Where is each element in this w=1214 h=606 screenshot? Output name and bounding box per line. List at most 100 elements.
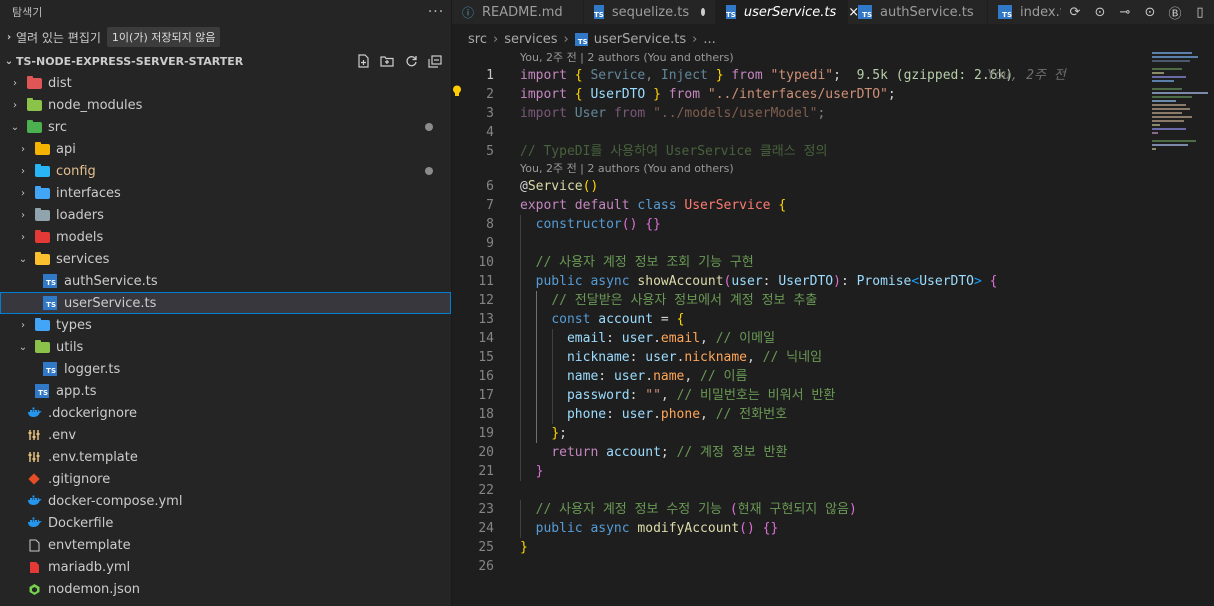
tree-folder-models[interactable]: › models	[0, 226, 451, 248]
tree-item-label: models	[56, 229, 104, 245]
tree-file-app-ts[interactable]: TS app.ts	[0, 380, 451, 402]
chevron-down-icon: ⌄	[4, 55, 14, 67]
chevron-right-icon: ›	[13, 99, 17, 111]
timeline-icon[interactable]: ⟳	[1067, 5, 1083, 20]
tree-item-label: api	[56, 141, 76, 157]
code-line: 11 public async showAccount(user: UserDT…	[478, 272, 998, 291]
tree-item-label: .dockerignore	[48, 405, 138, 421]
docker-icon	[26, 516, 42, 530]
tree-item-label: app.ts	[56, 383, 97, 399]
tab-userservice[interactable]: TS userService.ts ×	[716, 0, 859, 24]
folder-icon	[34, 163, 50, 178]
tree-folder-api[interactable]: › api	[0, 138, 451, 160]
editor-tab-bar: ⓘ README.md TS sequelize.ts TS userServi…	[452, 0, 1214, 24]
nodemon-icon	[26, 582, 42, 596]
docker-icon	[26, 494, 42, 508]
go-back-icon[interactable]: ⊙	[1092, 5, 1108, 20]
code-line: 24 public async modifyAccount() {}	[478, 519, 779, 538]
tree-file-env-template[interactable]: .env.template	[0, 446, 451, 468]
tree-file-docker-compose-yml[interactable]: docker-compose.yml	[0, 490, 451, 512]
open-changes-icon[interactable]: Ⓑ	[1167, 3, 1183, 22]
codelens-authors[interactable]: You, 2주 전 | 2 authors (You and others)	[452, 161, 1144, 177]
chevron-right-icon: ›	[21, 209, 25, 221]
unsaved-badge: 1이(가) 저장되지 않음	[106, 27, 221, 47]
code-line: 20 return account; // 계정 정보 반환	[478, 443, 788, 462]
tree-file-mariadb-yml[interactable]: mariadb.yml	[0, 556, 451, 578]
docker-icon	[26, 406, 42, 420]
minimap[interactable]	[1144, 50, 1214, 606]
collapse-all-icon[interactable]	[427, 53, 443, 69]
chevron-right-icon: ›	[21, 187, 25, 199]
tree-folder-interfaces[interactable]: › interfaces	[0, 182, 451, 204]
tree-item-label: utils	[56, 339, 84, 355]
breadcrumb-more[interactable]: ...	[703, 32, 715, 47]
tree-folder-utils[interactable]: ⌄ utils	[0, 336, 451, 358]
go-forward-icon[interactable]: ⊙	[1142, 5, 1158, 20]
typescript-icon: TS	[34, 384, 50, 398]
tree-file-nodemon-json[interactable]: nodemon.json	[0, 578, 451, 600]
tree-item-label: services	[56, 251, 110, 267]
typescript-icon: TS	[998, 5, 1012, 19]
breadcrumb: src › services › TS userService.ts › ...	[452, 28, 1214, 50]
commit-icon[interactable]: ⊸	[1117, 5, 1133, 20]
settings-sliders-icon	[26, 428, 42, 442]
tree-file-envtemplate[interactable]: envtemplate	[0, 534, 451, 556]
code-editor[interactable]: You, 2주 전 | 2 authors (You and others) 1…	[452, 50, 1144, 606]
split-editor-icon[interactable]: ▯	[1192, 5, 1208, 20]
tab-readme[interactable]: ⓘ README.md	[452, 0, 584, 24]
tree-file-logger-ts[interactable]: TS logger.ts	[0, 358, 451, 380]
tab-authservice[interactable]: TS authService.ts	[848, 0, 988, 24]
tree-file-env[interactable]: .env	[0, 424, 451, 446]
tree-folder-types[interactable]: › types	[0, 314, 451, 336]
new-folder-icon[interactable]	[379, 53, 395, 69]
tree-item-label: dist	[48, 75, 72, 91]
project-section[interactable]: ⌄ TS-NODE-EXPRESS-SERVER-STARTER	[0, 50, 451, 72]
chevron-down-icon: ⌄	[10, 121, 20, 133]
file-icon	[26, 538, 42, 552]
typescript-icon: TS	[42, 362, 58, 376]
code-line: 12 // 전달받은 사용자 정보에서 계정 정보 추출	[478, 291, 818, 310]
chevron-right-icon: ›	[13, 77, 17, 89]
refresh-icon[interactable]	[403, 53, 419, 69]
code-line: 8 constructor() {}	[486, 215, 661, 234]
breadcrumb-src[interactable]: src	[468, 32, 487, 47]
codelens-authors[interactable]: You, 2주 전 | 2 authors (You and others)	[452, 50, 1144, 66]
file-tree: › dist › node_modules ⌄ src › api › config › interf…	[0, 72, 451, 600]
tree-folder-services[interactable]: ⌄ services	[0, 248, 451, 270]
tree-file-dockerignore[interactable]: .dockerignore	[0, 402, 451, 424]
folder-icon	[34, 207, 50, 222]
folder-icon	[26, 75, 42, 90]
tree-folder-node-modules[interactable]: › node_modules	[0, 94, 451, 116]
tree-item-label: .gitignore	[48, 471, 111, 487]
tree-folder-src[interactable]: ⌄ src	[0, 116, 451, 138]
more-actions-icon[interactable]: ···	[421, 4, 451, 20]
folder-icon	[34, 317, 50, 332]
tree-file-authservice-ts[interactable]: TS authService.ts	[0, 270, 451, 292]
tree-item-label: .env.template	[48, 449, 138, 465]
code-line: 22	[478, 483, 494, 498]
tree-item-label: interfaces	[56, 185, 121, 201]
tree-file-dockerfile[interactable]: Dockerfile	[0, 512, 451, 534]
code-line: 14 email: user.email, // 이메일	[478, 329, 776, 348]
typescript-icon: TS	[726, 5, 736, 19]
breadcrumb-separator-icon: ›	[692, 31, 698, 47]
new-file-icon[interactable]	[355, 53, 371, 69]
tree-file-userservice-ts[interactable]: TS userService.ts	[0, 292, 451, 314]
breadcrumb-services[interactable]: services	[504, 32, 557, 47]
folder-icon	[34, 229, 50, 244]
tab-sequelize[interactable]: TS sequelize.ts	[584, 0, 716, 24]
lightbulb-icon[interactable]	[452, 85, 462, 97]
open-editors-section[interactable]: › 열려 있는 편집기 1이(가) 저장되지 않음	[0, 24, 451, 50]
code-line: 6 @Service()	[486, 179, 599, 194]
explorer-sidebar: 탐색기 ··· › 열려 있는 편집기 1이(가) 저장되지 않음 ⌄ TS-N…	[0, 0, 452, 606]
tree-folder-config[interactable]: › config	[0, 160, 451, 182]
tree-item-label: mariadb.yml	[48, 559, 131, 575]
code-line: 3 import User from "../models/userModel";	[486, 106, 826, 121]
tree-item-label: userService.ts	[64, 295, 157, 311]
breadcrumb-file[interactable]: userService.ts	[594, 32, 686, 47]
tree-item-label: node_modules	[48, 97, 143, 113]
tree-file-gitignore[interactable]: .gitignore	[0, 468, 451, 490]
chevron-right-icon: ›	[21, 319, 25, 331]
tree-folder-dist[interactable]: › dist	[0, 72, 451, 94]
tree-folder-loaders[interactable]: › loaders	[0, 204, 451, 226]
